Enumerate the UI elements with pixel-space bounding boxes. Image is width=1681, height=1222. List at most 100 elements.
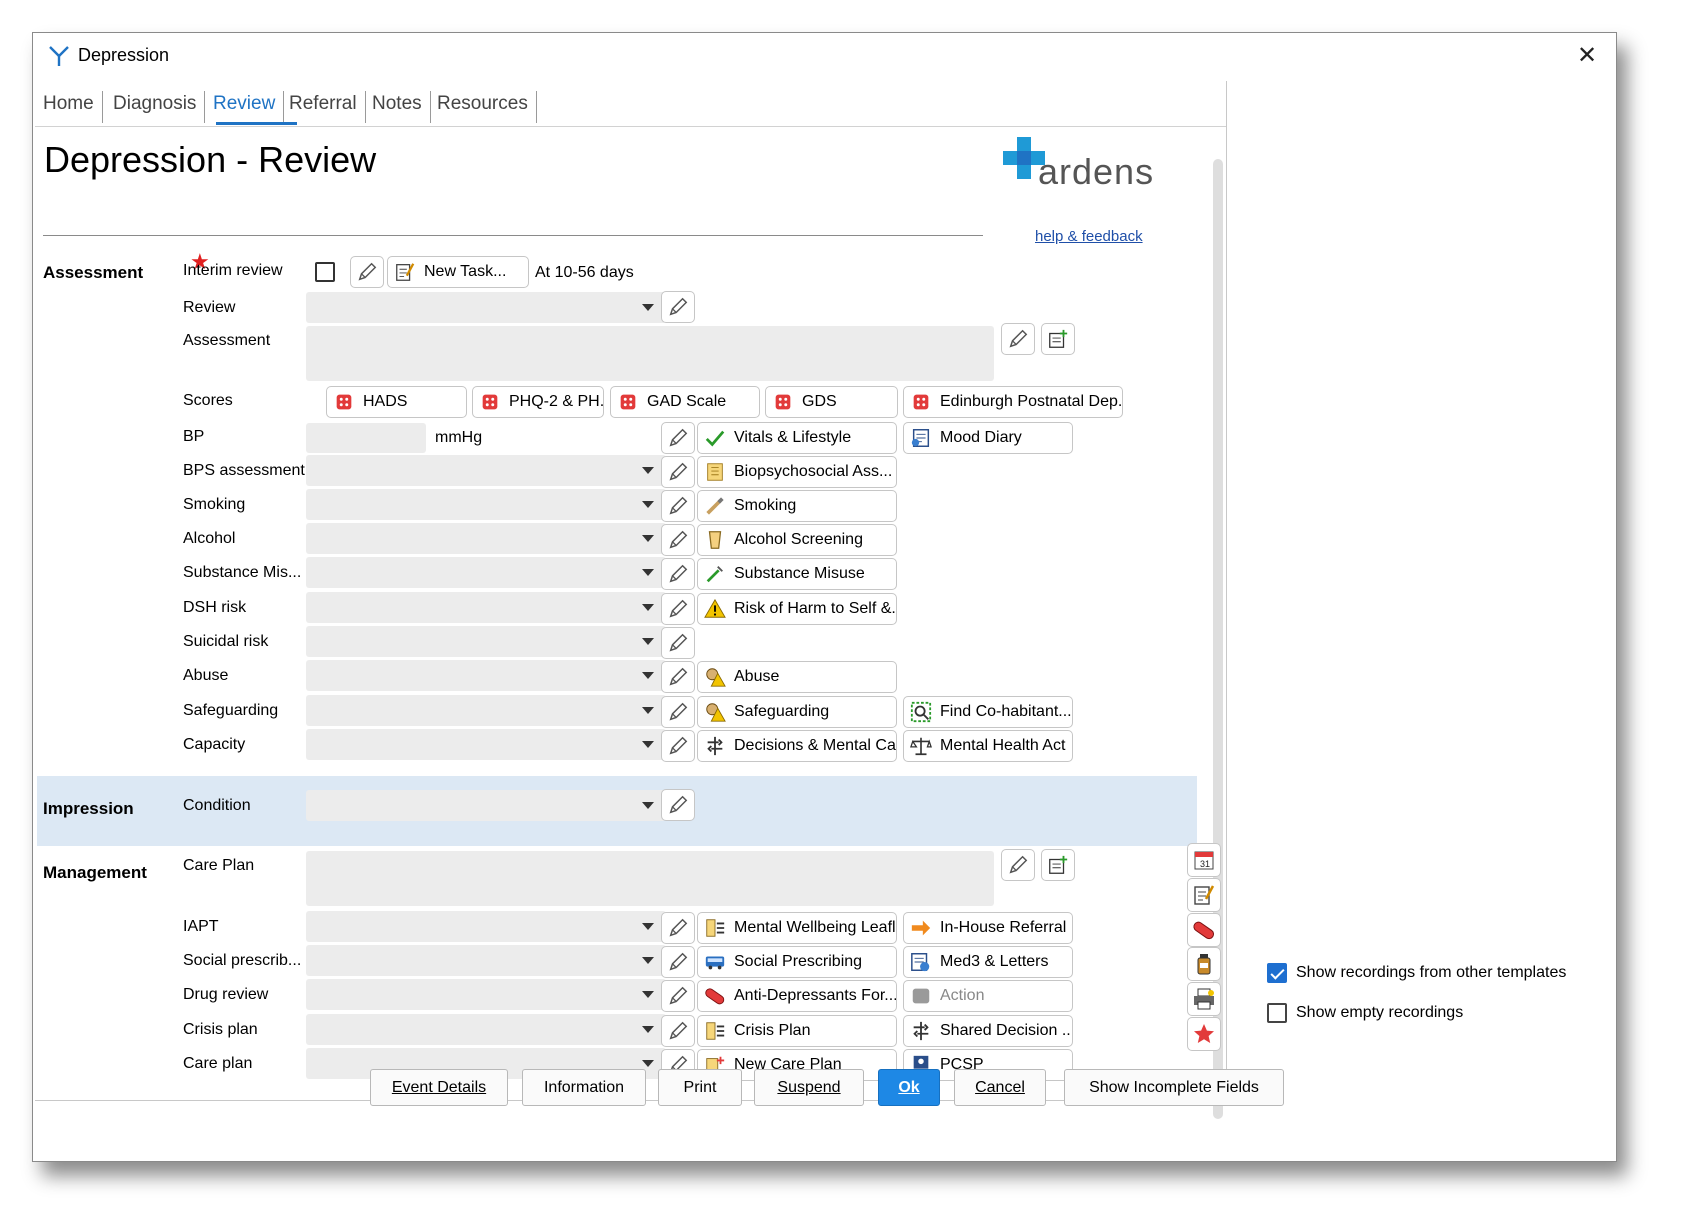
social-prescribing-button[interactable]: Social Prescribing — [697, 946, 897, 978]
show-empty-recordings-checkbox[interactable] — [1267, 1003, 1287, 1023]
tab-home[interactable]: Home — [35, 91, 103, 123]
crisis-plan-button[interactable]: Crisis Plan — [697, 1015, 897, 1047]
care-plan-template-button[interactable] — [1041, 849, 1075, 881]
anti-depressants-label: Anti-Depressants For... — [734, 987, 897, 1004]
print-button[interactable]: Print — [658, 1069, 742, 1106]
information-button[interactable]: Information — [522, 1069, 646, 1106]
alcohol-screening-button[interactable]: Alcohol Screening — [697, 524, 897, 556]
print-prescription-side-button[interactable] — [1187, 982, 1221, 1016]
vitals-lifestyle-button[interactable]: Vitals & Lifestyle — [697, 422, 897, 454]
alcohol-dropdown[interactable] — [306, 523, 666, 554]
abuse-button-label: Abuse — [734, 668, 780, 685]
condition-edit-button[interactable] — [661, 789, 695, 821]
drug-review-dropdown[interactable] — [306, 979, 666, 1010]
alcohol-edit-button[interactable] — [661, 524, 695, 556]
tab-bar: Home Diagnosis Review Referral Notes Res… — [35, 81, 1226, 127]
substance-label: Substance Mis... — [183, 564, 302, 581]
condition-dropdown[interactable] — [306, 790, 666, 821]
pencil-icon — [669, 986, 688, 1005]
tab-review[interactable]: Review — [205, 91, 285, 123]
window-title: Depression — [78, 45, 170, 65]
abuse-button[interactable]: Abuse — [697, 661, 897, 693]
biopsychosocial-button[interactable]: Biopsychosocial Ass... — [697, 456, 897, 488]
new-task-button[interactable]: New Task... — [387, 256, 529, 288]
assessment-textarea[interactable] — [306, 326, 994, 381]
crisis-plan-dropdown[interactable] — [306, 1014, 666, 1045]
risk-of-harm-button[interactable]: Risk of Harm to Self &... — [697, 593, 897, 625]
social-edit-button[interactable] — [661, 946, 695, 978]
smoking-edit-button[interactable] — [661, 490, 695, 522]
iapt-dropdown[interactable] — [306, 911, 666, 942]
smoking-dropdown[interactable] — [306, 489, 666, 520]
capacity-dropdown[interactable] — [306, 729, 666, 760]
tab-diagnosis[interactable]: Diagnosis — [105, 91, 206, 123]
drug-edit-button[interactable] — [661, 980, 695, 1012]
safeguarding-edit-button[interactable] — [661, 696, 695, 728]
anti-depressants-button[interactable]: Anti-Depressants For... — [697, 980, 897, 1012]
interim-edit-button[interactable] — [350, 256, 384, 288]
mood-diary-button[interactable]: Mood Diary — [903, 422, 1073, 454]
assessment-template-button[interactable] — [1041, 323, 1075, 355]
close-icon[interactable]: ✕ — [1572, 41, 1602, 71]
bp-edit-button[interactable] — [661, 422, 695, 454]
mental-health-act-button[interactable]: Mental Health Act — [903, 730, 1073, 762]
help-feedback-link[interactable]: help & feedback — [1035, 228, 1143, 245]
med3-letters-button[interactable]: Med3 & Letters — [903, 946, 1073, 978]
decisions-mental-capacity-button[interactable]: Decisions & Mental Ca... — [697, 730, 897, 762]
tab-resources[interactable]: Resources — [429, 91, 537, 123]
assessment-edit-button[interactable] — [1001, 323, 1035, 355]
favourite-side-button[interactable] — [1187, 1017, 1221, 1051]
bps-assessment-dropdown[interactable] — [306, 455, 666, 486]
find-cohabitant-button[interactable]: Find Co-habitant... — [903, 696, 1073, 728]
safeguarding-dropdown[interactable] — [306, 695, 666, 726]
bps-assessment-label: BPS assessment — [183, 462, 305, 479]
social-prescribing-dropdown[interactable] — [306, 945, 666, 976]
warning-icon — [704, 598, 726, 620]
score-hads-button[interactable]: HADS — [326, 386, 467, 418]
suicidal-edit-button[interactable] — [661, 627, 695, 659]
score-gds-button[interactable]: GDS — [765, 386, 898, 418]
wellbeing-leaflet-button[interactable]: Mental Wellbeing Leaflet — [697, 912, 897, 944]
review-edit-button[interactable] — [661, 291, 695, 323]
substance-misuse-button[interactable]: Substance Misuse — [697, 558, 897, 590]
show-other-templates-checkbox[interactable] — [1267, 963, 1287, 983]
cancel-button[interactable]: Cancel — [954, 1069, 1046, 1106]
tab-referral[interactable]: Referral — [281, 91, 366, 123]
safeguarding-button[interactable]: Safeguarding — [697, 696, 897, 728]
add-task-side-button[interactable] — [1187, 878, 1221, 912]
bp-input[interactable] — [306, 423, 426, 453]
suspend-button[interactable]: Suspend — [754, 1069, 864, 1106]
interim-review-checkbox[interactable] — [315, 262, 335, 282]
capacity-edit-button[interactable] — [661, 730, 695, 762]
bps-edit-button[interactable] — [661, 456, 695, 488]
crisis-edit-button[interactable] — [661, 1015, 695, 1047]
action-button[interactable]: Action — [903, 980, 1073, 1012]
score-edinburgh-button[interactable]: Edinburgh Postnatal Dep... — [903, 386, 1123, 418]
dsh-risk-dropdown[interactable] — [306, 592, 666, 623]
score-gad-button[interactable]: GAD Scale — [610, 386, 760, 418]
score-phq-button[interactable]: PHQ-2 & PH... — [472, 386, 604, 418]
shared-decision-button[interactable]: Shared Decision ... — [903, 1015, 1073, 1047]
bottle-side-button[interactable] — [1187, 947, 1221, 981]
substance-dropdown[interactable] — [306, 557, 666, 588]
care-plan-edit-button[interactable] — [1001, 849, 1035, 881]
suicidal-risk-dropdown[interactable] — [306, 626, 666, 657]
medication-side-button[interactable] — [1187, 913, 1221, 947]
abuse-edit-button[interactable] — [661, 661, 695, 693]
iapt-edit-button[interactable] — [661, 912, 695, 944]
smoking-button[interactable]: Smoking — [697, 490, 897, 522]
dice-icon — [910, 391, 932, 413]
event-details-button[interactable]: Event Details — [370, 1069, 508, 1106]
in-house-referral-button[interactable]: In-House Referral — [903, 912, 1073, 944]
show-incomplete-fields-button[interactable]: Show Incomplete Fields — [1064, 1069, 1284, 1106]
tab-notes[interactable]: Notes — [364, 91, 431, 123]
syringe-icon — [704, 563, 726, 585]
care-plan-textarea[interactable] — [306, 851, 994, 906]
ok-button[interactable]: Ok — [878, 1069, 940, 1106]
calendar-button[interactable]: 31 — [1187, 843, 1221, 877]
substance-edit-button[interactable] — [661, 558, 695, 590]
dsh-edit-button[interactable] — [661, 593, 695, 625]
logo-wordmark: ardens — [1038, 151, 1155, 192]
review-dropdown[interactable] — [306, 292, 666, 323]
abuse-dropdown[interactable] — [306, 660, 666, 691]
